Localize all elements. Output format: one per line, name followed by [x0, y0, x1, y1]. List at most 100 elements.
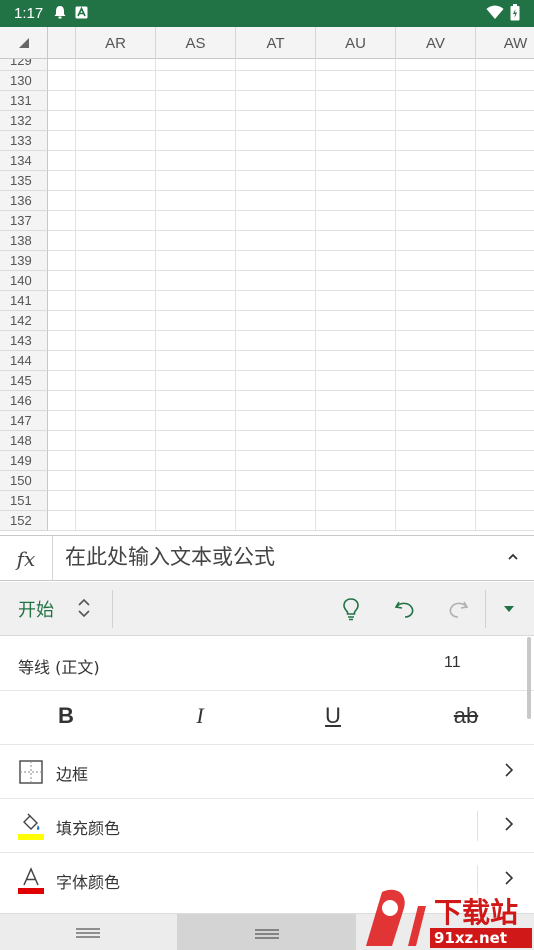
- grid-cell[interactable]: [316, 291, 396, 311]
- collapse-ribbon-dropdown-icon[interactable]: [496, 596, 522, 622]
- grid-cell[interactable]: [476, 311, 534, 331]
- grid-cell[interactable]: [76, 59, 156, 71]
- grid-cell[interactable]: [48, 171, 76, 191]
- grid-cell[interactable]: [316, 351, 396, 371]
- column-header-as[interactable]: AS: [156, 27, 236, 59]
- grid-cell[interactable]: [76, 211, 156, 231]
- grid-cell[interactable]: [236, 431, 316, 451]
- font-row[interactable]: 等线 (正文) 11: [0, 637, 534, 691]
- ribbon-tab-home[interactable]: 开始: [18, 596, 54, 622]
- grid-cell[interactable]: [156, 351, 236, 371]
- grid-cell[interactable]: [476, 331, 534, 351]
- row-header[interactable]: 145: [0, 371, 48, 391]
- grid-cell[interactable]: [236, 231, 316, 251]
- row-header[interactable]: 140: [0, 271, 48, 291]
- expand-formula-chevron-up-icon[interactable]: [506, 549, 520, 568]
- grid-cell[interactable]: [76, 411, 156, 431]
- grid-cell[interactable]: [48, 491, 76, 511]
- grid-cell[interactable]: [236, 131, 316, 151]
- grid-cell[interactable]: [156, 91, 236, 111]
- grid-cell[interactable]: [236, 311, 316, 331]
- grid-cell[interactable]: [236, 371, 316, 391]
- lightbulb-icon[interactable]: [338, 596, 364, 622]
- grid-cell[interactable]: [396, 311, 476, 331]
- grid-cell[interactable]: [316, 71, 396, 91]
- grid-cell[interactable]: [76, 251, 156, 271]
- grid-cell[interactable]: [76, 271, 156, 291]
- grid-cell[interactable]: [236, 291, 316, 311]
- grid-cell[interactable]: [316, 151, 396, 171]
- grid-cell[interactable]: [476, 251, 534, 271]
- fill-color-option[interactable]: 填充颜色: [0, 799, 534, 853]
- grid-cell[interactable]: [156, 211, 236, 231]
- row-header[interactable]: 149: [0, 451, 48, 471]
- grid-cell[interactable]: [156, 59, 236, 71]
- row-header[interactable]: 139: [0, 251, 48, 271]
- grid-cell[interactable]: [316, 271, 396, 291]
- grid-cell[interactable]: [156, 151, 236, 171]
- row-header[interactable]: 142: [0, 311, 48, 331]
- grid-cell[interactable]: [76, 471, 156, 491]
- grid-cell[interactable]: [76, 491, 156, 511]
- grid-cell[interactable]: [156, 191, 236, 211]
- row-header[interactable]: 150: [0, 471, 48, 491]
- grid-cell[interactable]: [236, 411, 316, 431]
- grid-cell[interactable]: [48, 191, 76, 211]
- grid-cell[interactable]: [156, 451, 236, 471]
- grid-cell[interactable]: [48, 91, 76, 111]
- grid-cell[interactable]: [396, 411, 476, 431]
- grid-cell[interactable]: [156, 331, 236, 351]
- grid-cell[interactable]: [476, 471, 534, 491]
- grid-cell[interactable]: [236, 91, 316, 111]
- grid-cell[interactable]: [396, 211, 476, 231]
- grid-cell[interactable]: [48, 311, 76, 331]
- grid-cell[interactable]: [476, 59, 534, 71]
- grid-cell[interactable]: [396, 71, 476, 91]
- grid-cell[interactable]: [476, 231, 534, 251]
- grid-cell[interactable]: [156, 131, 236, 151]
- grid-cell[interactable]: [316, 471, 396, 491]
- grid-cell[interactable]: [156, 391, 236, 411]
- grid-cell[interactable]: [316, 331, 396, 351]
- grid-cell[interactable]: [156, 371, 236, 391]
- grid-cell[interactable]: [156, 251, 236, 271]
- grid-cell[interactable]: [236, 271, 316, 291]
- grid-cell[interactable]: [76, 431, 156, 451]
- grid-cell[interactable]: [476, 111, 534, 131]
- grid-cell[interactable]: [476, 391, 534, 411]
- grid-cell[interactable]: [156, 111, 236, 131]
- grid-cell[interactable]: [236, 191, 316, 211]
- grid-cell[interactable]: [476, 171, 534, 191]
- grid-cell[interactable]: [476, 291, 534, 311]
- grid-cell[interactable]: [236, 111, 316, 131]
- row-header[interactable]: 138: [0, 231, 48, 251]
- nav-menu-button[interactable]: [0, 914, 176, 950]
- grid-cell[interactable]: [236, 151, 316, 171]
- grid-cell[interactable]: [476, 71, 534, 91]
- grid-cell[interactable]: [48, 271, 76, 291]
- grid-cell[interactable]: [476, 511, 534, 531]
- grid-cell[interactable]: [48, 151, 76, 171]
- undo-icon[interactable]: [392, 596, 418, 622]
- underline-button[interactable]: U: [313, 703, 353, 733]
- grid-cell[interactable]: [76, 331, 156, 351]
- grid-cell[interactable]: [316, 511, 396, 531]
- grid-cell[interactable]: [396, 371, 476, 391]
- grid-cell[interactable]: [48, 511, 76, 531]
- grid-cell[interactable]: [236, 59, 316, 71]
- redo-icon[interactable]: [445, 596, 471, 622]
- strikethrough-button[interactable]: ab: [446, 703, 486, 733]
- column-header-at[interactable]: AT: [236, 27, 316, 59]
- grid-cell[interactable]: [48, 71, 76, 91]
- grid-cell[interactable]: [48, 111, 76, 131]
- grid-cell[interactable]: [476, 491, 534, 511]
- grid-cell[interactable]: [396, 391, 476, 411]
- tab-switch-chevron-icon[interactable]: [76, 597, 92, 623]
- column-header-aw[interactable]: AW: [476, 27, 534, 59]
- grid-cell[interactable]: [156, 271, 236, 291]
- grid-cell[interactable]: [76, 291, 156, 311]
- grid-cell[interactable]: [236, 351, 316, 371]
- row-header[interactable]: 148: [0, 431, 48, 451]
- grid-cell[interactable]: [156, 231, 236, 251]
- column-header-ar[interactable]: AR: [76, 27, 156, 59]
